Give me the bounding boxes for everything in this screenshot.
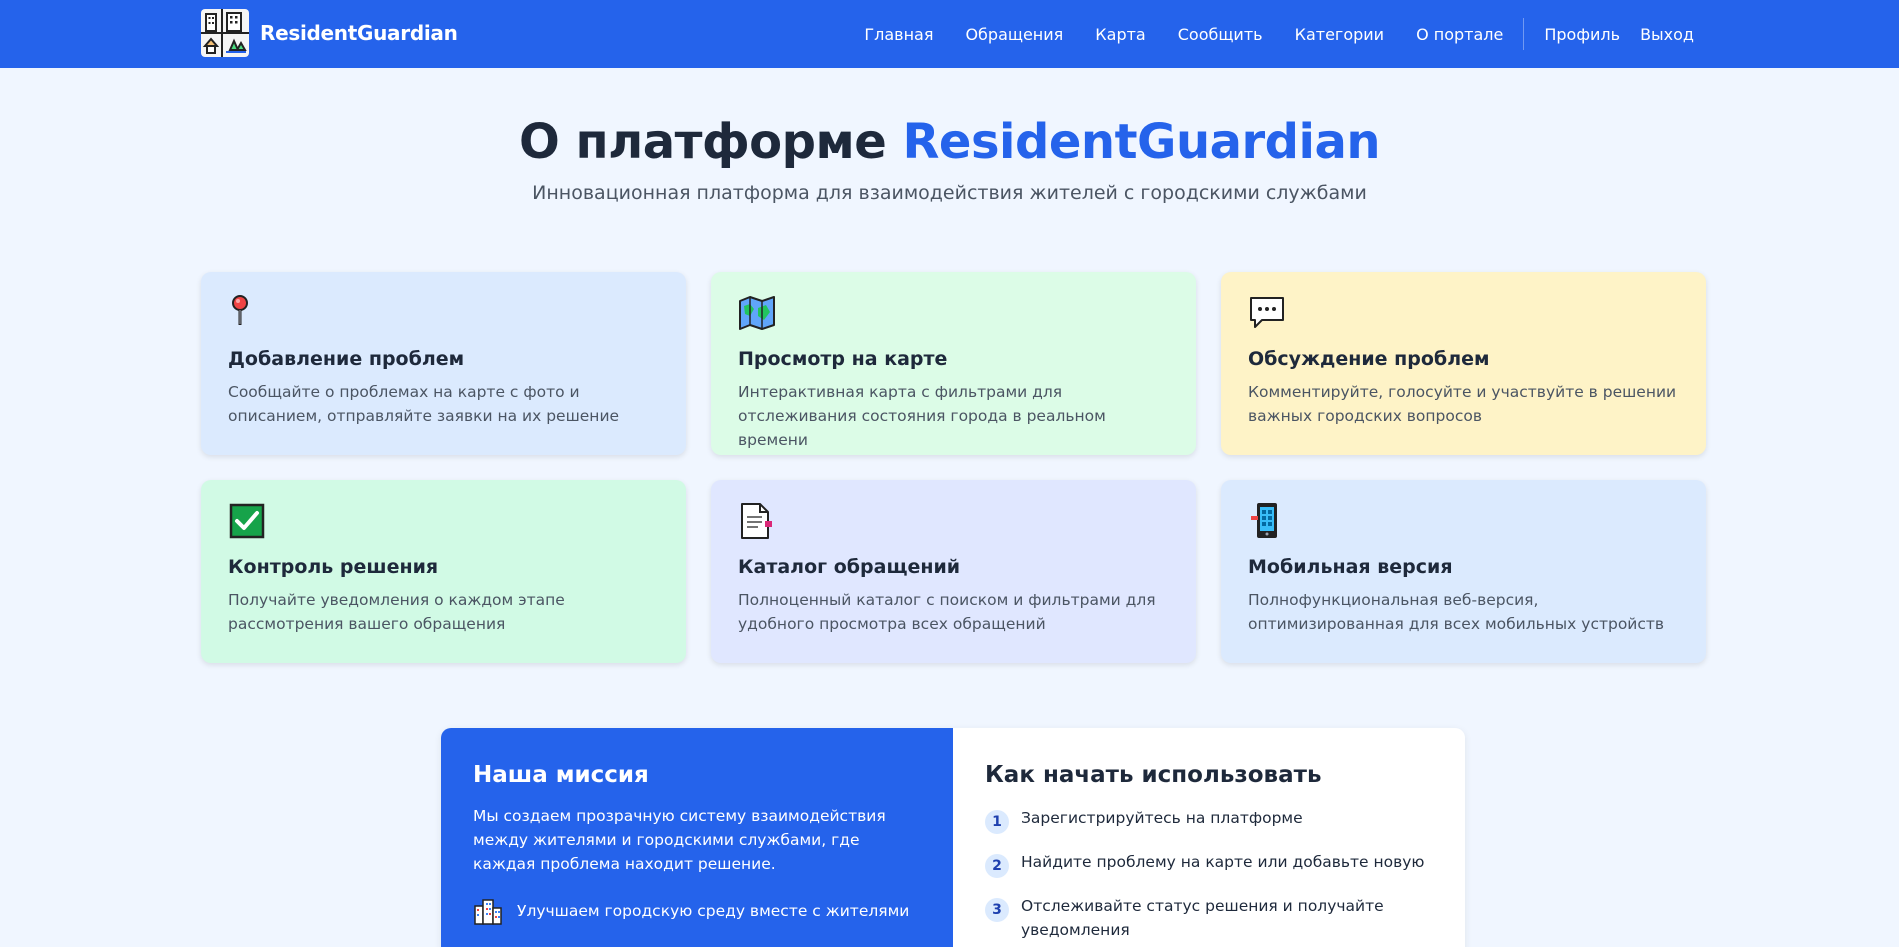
top-navbar: ResidentGuardian Главная Обращения Карта… (0, 0, 1899, 68)
mission-howto-section: Наша миссия Мы создаем прозрачную систем… (441, 728, 1465, 947)
nav-profile[interactable]: Профиль (1544, 25, 1620, 44)
nav-about[interactable]: О портале (1416, 25, 1503, 44)
feature-card-resolution-control: Контроль решения Получайте уведомления о… (201, 480, 686, 663)
nav-divider (1523, 18, 1525, 50)
feature-card-map-view: Просмотр на карте Интерактивная карта с … (711, 272, 1196, 455)
brand-name: ResidentGuardian (260, 21, 458, 45)
nav-logout[interactable]: Выход (1640, 25, 1694, 44)
step-text: Зарегистрируйтесь на платформе (1021, 809, 1303, 827)
speech-bubble-icon (1250, 297, 1284, 328)
step-number: 3 (985, 898, 1009, 922)
howto-title: Как начать использовать (985, 762, 1322, 788)
page-subtitle: Инновационная платформа для взаимодейств… (532, 182, 1367, 204)
howto-panel: Как начать использовать 1 Зарегистрируйт… (953, 728, 1465, 947)
howto-steps: 1 Зарегистрируйтесь на платформе 2 Найди… (985, 806, 1433, 942)
feature-card-catalog: Каталог обращений Полноценный каталог с … (711, 480, 1196, 663)
main-nav: Главная Обращения Карта Сообщить Категор… (864, 0, 1694, 68)
feature-text: Полноценный каталог с поиском и фильтрам… (738, 591, 1156, 633)
city-icon (474, 899, 502, 925)
step-text: Найдите проблему на карте или добавьте н… (1021, 853, 1425, 871)
map-pin-icon (232, 295, 248, 325)
step-number: 1 (985, 810, 1009, 834)
mission-text: Мы создаем прозрачную систему взаимодейс… (473, 807, 886, 873)
feature-text: Комментируйте, голосуйте и участвуйте в … (1248, 383, 1677, 425)
check-box-icon (229, 503, 265, 539)
nav-home[interactable]: Главная (864, 25, 933, 44)
feature-title: Мобильная версия (1248, 556, 1453, 578)
feature-text: Получайте уведомления о каждом этапе рас… (228, 591, 565, 633)
mission-panel: Наша миссия Мы создаем прозрачную систем… (441, 728, 953, 947)
nav-report[interactable]: Сообщить (1178, 25, 1263, 44)
step-number: 2 (985, 854, 1009, 878)
feature-title: Обсуждение проблем (1248, 348, 1490, 370)
feature-title: Добавление проблем (228, 348, 465, 370)
map-icon (739, 296, 775, 330)
nav-map[interactable]: Карта (1095, 25, 1145, 44)
mission-title: Наша миссия (473, 762, 649, 788)
nav-requests[interactable]: Обращения (965, 25, 1063, 44)
page-title-prefix: О платформе (518, 114, 887, 170)
mobile-phone-icon (1251, 503, 1277, 538)
feature-card-discussion: Обсуждение проблем Комментируйте, голосу… (1221, 272, 1706, 455)
mission-point: Улучшаем городскую среду вместе с жителя… (473, 896, 921, 926)
page-title: О платформе ResidentGuardian (0, 110, 1899, 174)
feature-title: Контроль решения (228, 556, 439, 578)
nav-categories[interactable]: Категории (1295, 25, 1384, 44)
feature-text: Полнофункциональная веб-версия, оптимизи… (1248, 591, 1665, 633)
page-title-brand: ResidentGuardian (902, 114, 1381, 170)
feature-title: Каталог обращений (738, 556, 961, 578)
feature-title: Просмотр на карте (738, 348, 948, 370)
feature-text: Сообщайте о проблемах на карте с фото и … (228, 383, 620, 425)
document-icon (741, 503, 772, 539)
hero-section: О платформе ResidentGuardian Инновационн… (0, 110, 1899, 204)
list-item: 3 Отслеживайте статус решения и получайт… (985, 894, 1433, 942)
brand-logo-link[interactable]: ResidentGuardian (200, 8, 458, 58)
mission-point-text: Улучшаем городскую среду вместе с жителя… (517, 902, 910, 920)
step-text: Отслеживайте статус решения и получайте … (1021, 897, 1384, 939)
feature-card-add-problems: Добавление проблем Сообщайте о проблемах… (201, 272, 686, 455)
feature-card-mobile: Мобильная версия Полнофункциональная веб… (1221, 480, 1706, 663)
city-buildings-icon (201, 9, 249, 57)
list-item: 1 Зарегистрируйтесь на платформе (985, 806, 1433, 834)
list-item: 2 Найдите проблему на карте или добавьте… (985, 850, 1433, 878)
features-grid: Добавление проблем Сообщайте о проблемах… (201, 272, 1706, 663)
feature-text: Интерактивная карта с фильтрами для отсл… (738, 383, 1106, 449)
